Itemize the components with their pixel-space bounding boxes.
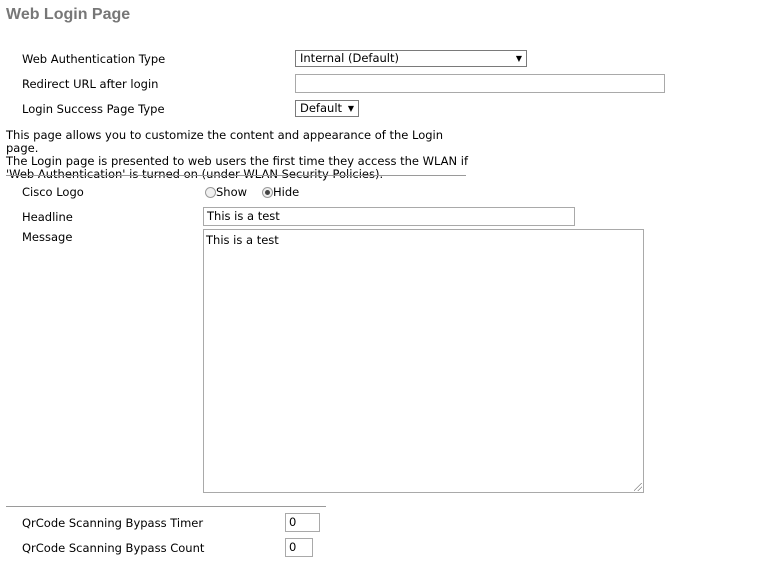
section-divider bbox=[6, 175, 466, 176]
page-title: Web Login Page bbox=[6, 6, 131, 23]
qrcode-count-input[interactable]: 0 bbox=[285, 538, 313, 557]
message-label: Message bbox=[22, 230, 73, 244]
success-page-type-label: Login Success Page Type bbox=[22, 102, 165, 116]
show-radio[interactable] bbox=[205, 187, 216, 198]
page-description: This page allows you to customize the co… bbox=[6, 129, 476, 181]
redirect-url-input[interactable] bbox=[295, 74, 665, 93]
headline-label: Headline bbox=[22, 210, 73, 224]
message-textarea[interactable]: This is a test bbox=[203, 229, 644, 493]
qrcode-timer-input[interactable]: 0 bbox=[285, 513, 320, 532]
description-line: This page allows you to customize the co… bbox=[6, 128, 444, 155]
headline-input[interactable]: This is a test bbox=[203, 207, 575, 226]
qrcode-timer-label: QrCode Scanning Bypass Timer bbox=[22, 516, 204, 530]
logo-show-option[interactable]: Show bbox=[205, 185, 247, 199]
message-text: This is a test bbox=[206, 233, 279, 247]
hide-radio-label: Hide bbox=[273, 185, 300, 199]
hide-radio[interactable] bbox=[262, 187, 273, 198]
cisco-logo-label: Cisco Logo bbox=[22, 185, 84, 199]
section-divider bbox=[6, 506, 326, 507]
auth-type-label: Web Authentication Type bbox=[22, 52, 166, 66]
logo-hide-option[interactable]: Hide bbox=[262, 185, 299, 199]
chevron-down-icon: ▼ bbox=[347, 104, 354, 113]
qrcode-count-label: QrCode Scanning Bypass Count bbox=[22, 541, 205, 555]
chevron-down-icon: ▼ bbox=[515, 54, 522, 63]
success-page-type-select[interactable]: Default ▼ bbox=[295, 100, 359, 117]
auth-type-select[interactable]: Internal (Default) ▼ bbox=[295, 50, 527, 67]
auth-type-selected-value: Internal (Default) bbox=[300, 51, 399, 65]
resize-grip-icon[interactable] bbox=[634, 483, 642, 491]
show-radio-label: Show bbox=[216, 185, 248, 199]
success-page-type-selected-value: Default bbox=[300, 101, 343, 115]
redirect-url-label: Redirect URL after login bbox=[22, 77, 159, 91]
